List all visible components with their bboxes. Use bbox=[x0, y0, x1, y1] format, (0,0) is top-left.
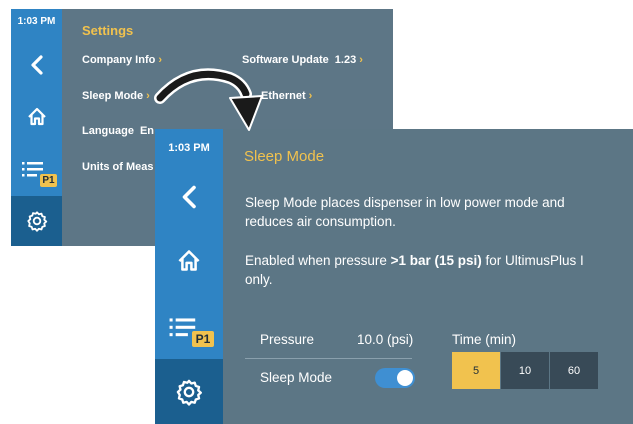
sleep-mode-screen: 1:03 PM P1 Sleep Mode Sleep Mode places … bbox=[155, 129, 633, 424]
sleep-mode-item[interactable]: Sleep Mode › bbox=[82, 90, 150, 102]
program-list-button[interactable]: P1 bbox=[11, 152, 62, 192]
settings-button[interactable] bbox=[11, 196, 62, 246]
pressure-value: 10.0 (psi) bbox=[357, 332, 414, 347]
enabled-note-text: Enabled when pressure >1 bar (15 psi) fo… bbox=[245, 253, 584, 287]
home-button[interactable] bbox=[155, 238, 223, 283]
gear-icon bbox=[176, 379, 202, 406]
settings-button[interactable] bbox=[155, 359, 223, 424]
back-icon bbox=[30, 55, 43, 75]
clock: 1:03 PM bbox=[168, 142, 210, 154]
pressure-label: Pressure bbox=[260, 332, 315, 347]
clock: 1:03 PM bbox=[17, 16, 56, 27]
description-text: Sleep Mode places dispenser in low power… bbox=[245, 195, 565, 229]
toggle-knob bbox=[397, 370, 413, 386]
time-option-5[interactable]: 5 bbox=[452, 352, 500, 389]
time-option-60[interactable]: 60 bbox=[550, 352, 598, 389]
sleep-mode-label: Sleep Mode bbox=[260, 370, 333, 385]
back-button[interactable] bbox=[155, 174, 223, 219]
program-badge: P1 bbox=[40, 174, 57, 187]
gear-icon bbox=[26, 211, 47, 232]
page-title: Settings bbox=[82, 23, 134, 38]
sidebar: 1:03 PM P1 bbox=[155, 129, 223, 424]
back-icon bbox=[182, 185, 196, 208]
language-item[interactable]: Language En bbox=[82, 125, 154, 137]
program-list-button[interactable]: P1 bbox=[155, 309, 223, 354]
home-icon bbox=[178, 250, 200, 271]
time-label: Time (min) bbox=[452, 332, 516, 347]
sleep-mode-toggle[interactable] bbox=[375, 368, 415, 388]
curved-arrow-icon bbox=[154, 68, 263, 131]
program-badge: P1 bbox=[192, 331, 214, 347]
home-button[interactable] bbox=[11, 97, 62, 135]
sidebar: 1:03 PM P1 bbox=[11, 9, 62, 246]
back-button[interactable] bbox=[11, 47, 62, 83]
divider bbox=[245, 358, 412, 359]
time-option-10[interactable]: 10 bbox=[501, 352, 549, 389]
home-icon bbox=[27, 107, 46, 125]
page-title: Sleep Mode bbox=[244, 148, 325, 165]
units-item[interactable]: Units of Meas bbox=[82, 161, 154, 173]
